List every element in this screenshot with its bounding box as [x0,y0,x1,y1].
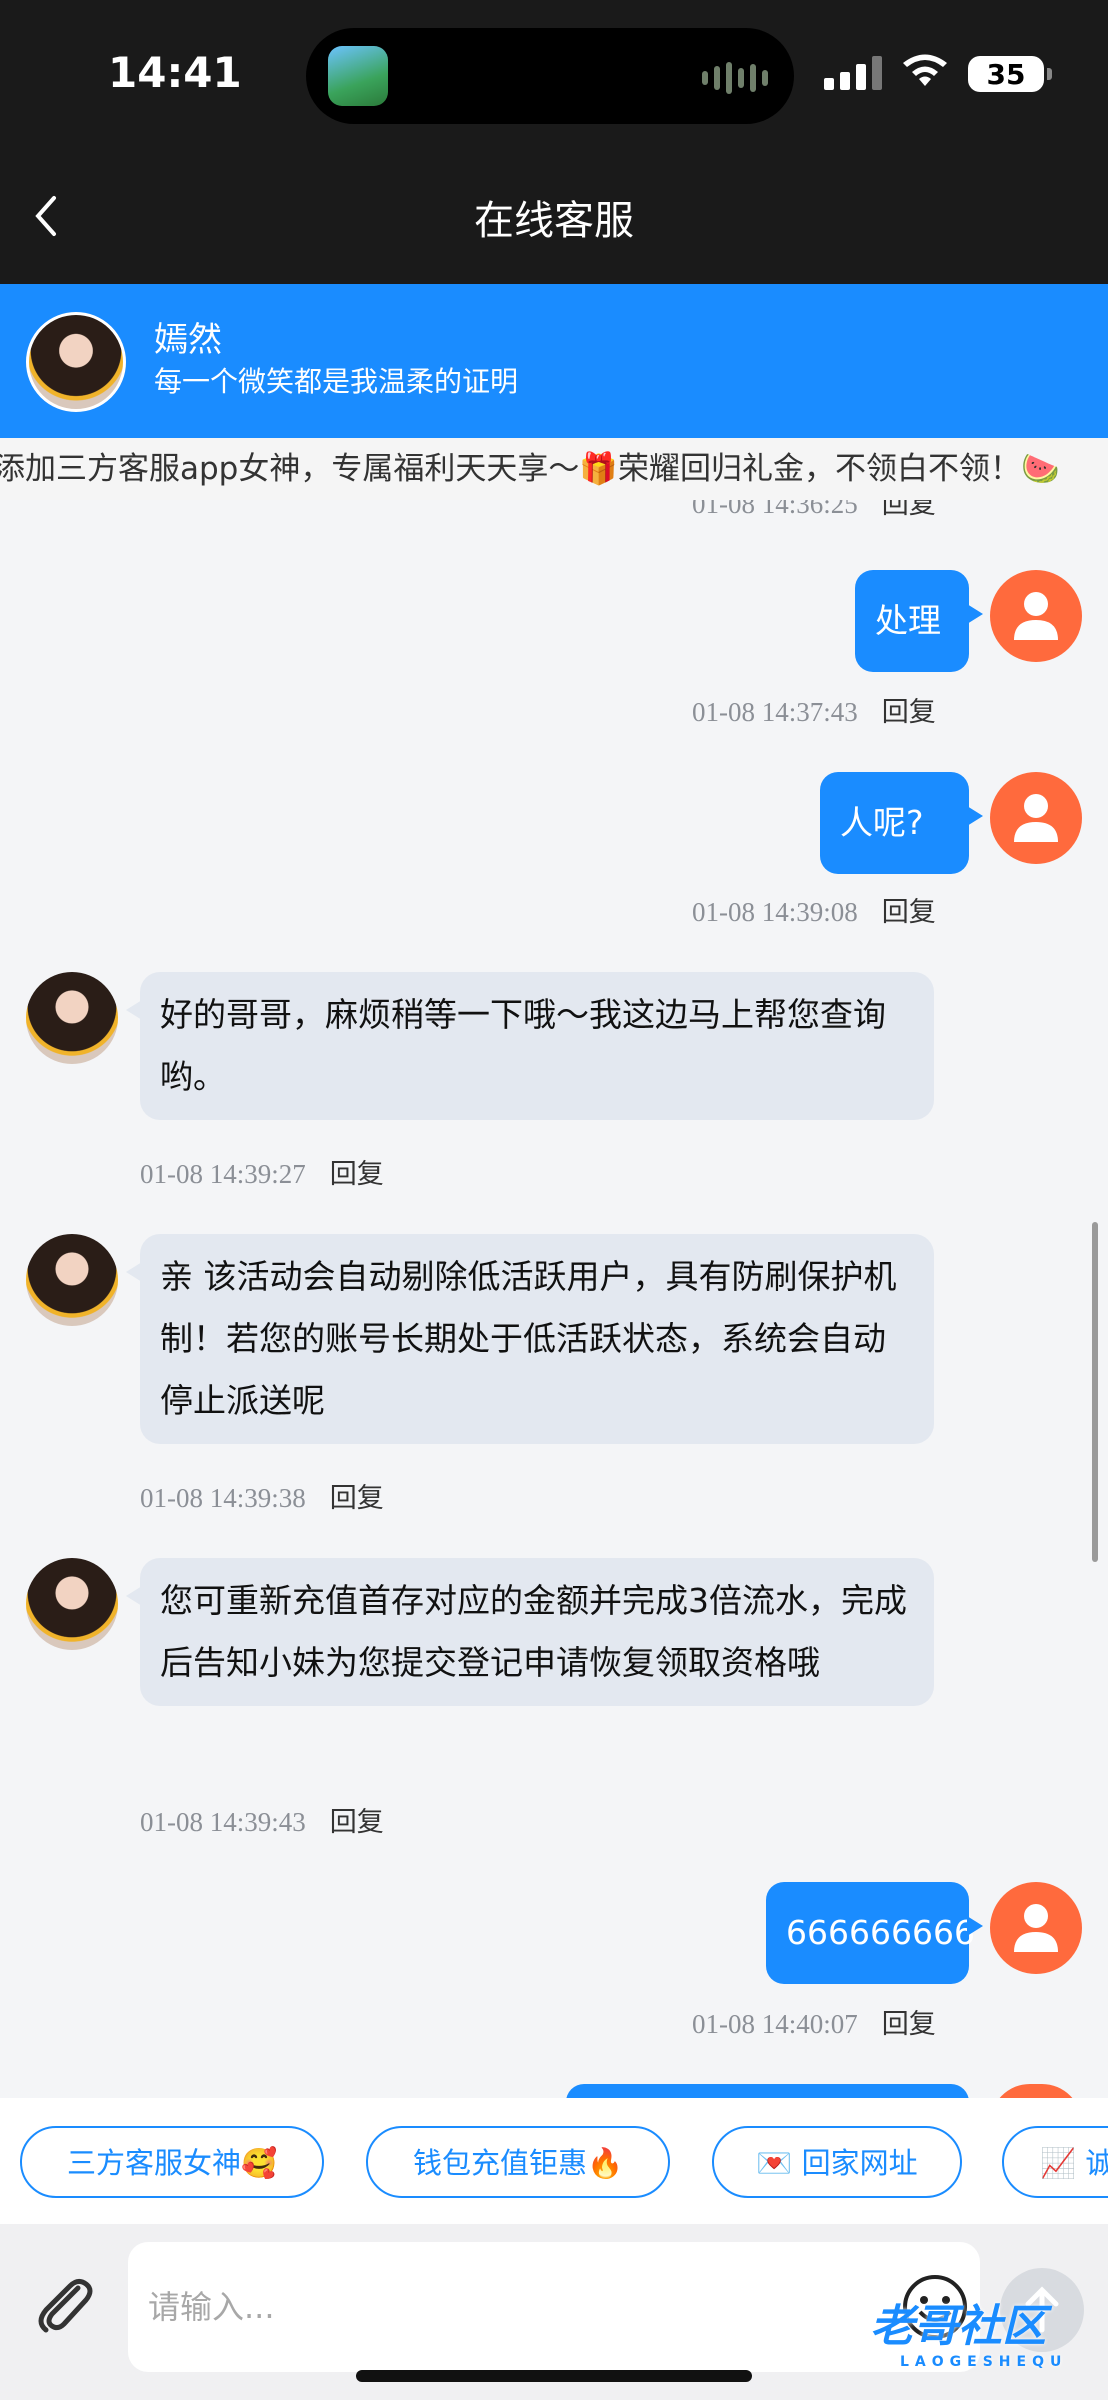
agent-avatar[interactable] [26,312,126,412]
signal-icon [824,56,882,90]
quick-links-bar[interactable]: 三方客服女神🥰 钱包充值钜惠🔥 💌 回家网址 📈 诚 [0,2098,1108,2224]
message-bubble-outgoing[interactable]: 666666666 [766,1882,983,1984]
reply-link[interactable]: 回复 [330,1807,384,1838]
scroll-indicator[interactable] [1092,1222,1098,1562]
reply-link[interactable]: 回复 [882,2009,936,2040]
quick-link-third-party-service[interactable]: 三方客服女神🥰 [20,2126,324,2198]
user-avatar [990,1882,1082,1974]
agent-avatar-small [26,1558,118,1650]
agent-header: 嫣然 每一个微笑都是我温柔的证明 [0,284,1108,438]
wifi-icon [903,54,947,86]
agent-motto: 每一个微笑都是我温柔的证明 [154,365,519,398]
user-avatar [990,570,1082,662]
message-time: 01-08 14:39:27 [140,1159,306,1189]
message-meta: 01-08 14:39:43 回复 [140,1800,384,1839]
watermark-text: 老哥社区 [870,2301,1046,2352]
page-title: 在线客服 [474,198,634,244]
user-icon [1014,794,1058,842]
message-meta: 01-08 14:36:25 回复 [692,500,936,521]
message-bubble-outgoing[interactable]: 人呢? [820,772,983,874]
message-bubble-incoming[interactable]: 您可重新充值首存对应的金额并完成3倍流水，完成后告知小妹为您提交登记申请恢复领取… [126,1558,934,1706]
message-time: 01-08 14:37:43 [692,697,858,727]
quick-link-partial[interactable]: 📈 诚 [1002,2126,1108,2198]
reply-link[interactable]: 回复 [330,1159,384,1190]
paperclip-icon[interactable] [30,2270,102,2342]
quick-link-home-url[interactable]: 💌 回家网址 [712,2126,962,2198]
top-bar: 14:41 35 在线客服 [0,0,1108,284]
chat-messages[interactable]: 01-08 14:36:25 回复 处理 01-08 14:37:43 回复 人呢?… [0,500,1108,2100]
message-meta: 01-08 14:39:27 回复 [140,1152,384,1191]
message-time: 01-08 14:40:07 [692,2009,858,2039]
agent-name: 嫣然 [154,320,222,360]
message-time: 01-08 14:39:38 [140,1483,306,1513]
message-time: 01-08 14:39:43 [140,1807,306,1837]
home-indicator[interactable] [356,2370,752,2382]
dynamic-island [306,28,794,124]
message-input[interactable] [128,2242,980,2372]
reply-link[interactable]: 回复 [882,697,936,728]
message-meta: 01-08 14:40:07 回复 [692,2002,936,2041]
message-bubble-incoming[interactable]: 好的哥哥，麻烦稍等一下哦～我这边马上帮您查询哟。 [126,972,934,1120]
quick-link-wallet-recharge[interactable]: 钱包充值钜惠🔥 [366,2126,670,2198]
message-meta: 01-08 14:39:38 回复 [140,1476,384,1515]
message-time: 01-08 14:39:08 [692,897,858,927]
audio-wave-icon [702,62,768,94]
watermark-subtext: LAOGESHEQU [900,2354,1068,2370]
reply-link[interactable]: 回复 [330,1483,384,1514]
user-icon [1014,592,1058,640]
battery-icon: 35 [968,56,1052,92]
message-meta: 01-08 14:37:43 回复 [692,690,936,729]
app-icon [328,46,388,106]
agent-avatar-small [26,1234,118,1326]
user-avatar [990,772,1082,864]
message-meta: 01-08 14:39:08 回复 [692,890,936,929]
agent-avatar-small [26,972,118,1064]
announcement-marquee[interactable]: 添加三方客服app女神，专属福利天天享～🎁荣耀回归礼金，不领白不领！🍉 [0,438,1108,500]
user-icon [1014,1904,1058,1952]
message-bubble-incoming[interactable]: 亲 该活动会自动剔除低活跃用户，具有防刷保护机制！若您的账号长期处于低活跃状态，… [126,1234,934,1444]
reply-link[interactable]: 回复 [882,897,936,928]
watermark-logo: 老哥社区 LAOGESHEQU [870,2290,1067,2370]
reply-link[interactable]: 回复 [882,500,936,520]
marquee-text: 添加三方客服app女神，专属福利天天享～🎁荣耀回归礼金，不领白不领！🍉 [0,451,1060,487]
status-time: 14:41 [108,48,242,97]
message-time: 01-08 14:36:25 [692,500,858,519]
message-bubble-outgoing[interactable]: 处理 [855,570,983,672]
